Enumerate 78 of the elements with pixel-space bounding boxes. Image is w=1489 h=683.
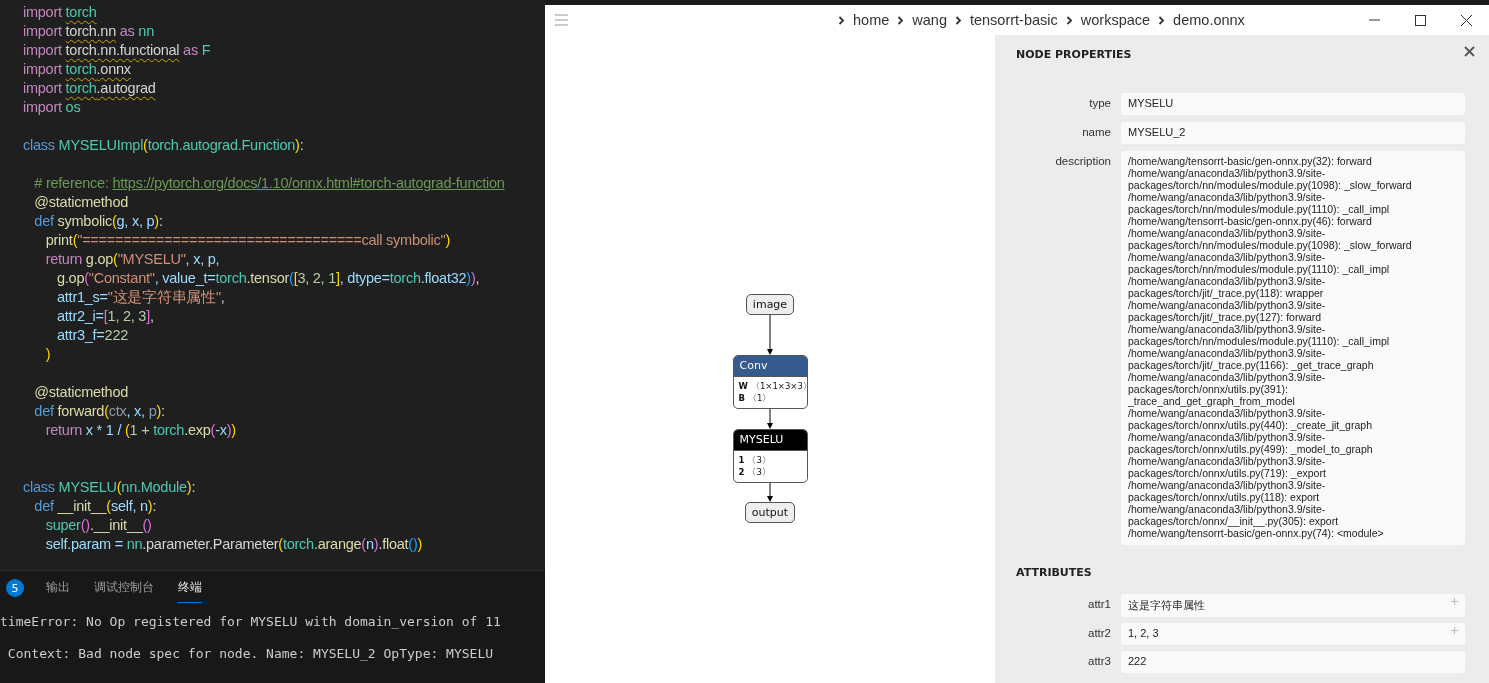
attribute-text: 222 — [1128, 655, 1147, 667]
code-line: def __init__(self, n): — [33, 497, 158, 516]
minimize-icon[interactable] — [1368, 19, 1380, 21]
tensor-size-label: 〈1×1×3×3〉 — [750, 381, 807, 391]
graph-node[interactable]: output — [744, 502, 796, 523]
field-value: MYSELU_2 — [1121, 122, 1465, 144]
attribute-name: attr1 — [1087, 597, 1111, 612]
code-line: attr2_i=[1, 2, 3], — [56, 307, 155, 326]
node-title: MYSELU — [733, 430, 807, 450]
expand-icon[interactable] — [1451, 627, 1458, 634]
graph-node[interactable]: Conv W 〈1×1×3×3〉 B 〈1〉 — [732, 355, 808, 409]
code-line: class MYSELUImpl(torch.autograd.Function): — [23, 136, 305, 155]
code-line: import torch.autograd — [23, 79, 157, 98]
close-icon[interactable] — [1460, 14, 1472, 26]
edge-arrow — [766, 315, 774, 355]
terminal-line: Context: Bad node spec for node. Name: MYSELU_2 OpType: MYSELU — [6, 645, 495, 663]
code-line: # reference: https://pytorch.org/docs/1.10/onnx.html#torch-autograd-function — [33, 174, 506, 193]
code-line: import torch.onnx — [23, 60, 132, 79]
input-name: W — [738, 381, 748, 391]
panel-tab[interactable]: 终端 — [178, 573, 202, 603]
attribute-name: attr2 — [1087, 626, 1111, 641]
field-value: MYSELU — [1121, 93, 1465, 115]
edge-arrow — [766, 483, 774, 502]
graph-node[interactable]: MYSELU 1 〈3〉 2 〈3〉 — [732, 429, 808, 483]
panel-title: NODE PROPERTIES — [1016, 47, 1133, 63]
code-line: import torch.nn as nn — [23, 22, 155, 41]
breadcrumb-item[interactable]: demo.onnx — [1173, 12, 1245, 28]
input-name: B — [738, 393, 745, 403]
code-line: attr1_s="这是字符串属性", — [56, 288, 226, 307]
panel-tab[interactable]: 调试控制台 — [94, 573, 154, 603]
code-line: return g.op("MYSELU", x, p, — [44, 250, 221, 269]
tensor-size-label: 〈3〉 — [747, 467, 771, 477]
breadcrumb-item[interactable]: workspace — [1080, 12, 1151, 28]
input-name: 1 — [738, 455, 745, 465]
attribute-name: attr3 — [1087, 654, 1111, 669]
code-line: self.param = nn.parameter.Parameter(torch.arange(n).float()) — [44, 535, 424, 554]
node-title: Conv — [733, 356, 807, 376]
attribute-text: 1, 2, 3 — [1128, 627, 1159, 639]
expand-icon[interactable] — [1451, 598, 1458, 605]
section-title: ATTRIBUTES — [1016, 565, 1093, 581]
breadcrumb-item[interactable]: wang — [912, 12, 947, 28]
code-line: @staticmethod — [33, 193, 129, 212]
description-value: /home/wang/tensorrt-basic/gen-onnx.py(32): forward /home/wang/anaconda3/lib/python3.9/site- packages/torch/nn/modules/module.py(1098): _slow_forward /home/wang/anaconda3/lib/python3.9/site- packages/torch/nn/modules/module.py(1110): _call_impl /home/wang/tensorrt-basic/gen-onnx.py(46): forward /home/wang/anaconda3/lib/python3.9/site- packages/torch/nn/modules/module.py(1098): _slow_forward /home/wang/anaconda3/lib/python3.9/site- packages/torch/nn/modules/module.py(1110): _call_impl /home/wang/anaconda3/lib/python3.9/site- packages/torch/jit/_trace.py(118): wrapper /home/wang/anaconda3/lib/python3.9/site- packages/torch/jit/_trace.py(127): forward /home/wang/anaconda3/lib/python3.9/site- packages/torch/nn/modules/module.py(1110): _call_impl /home/wang/anaconda3/lib/python3.9/site- packages/torch/jit/_trace.py(1166): _get_trace_graph /home/wang/anaconda3/lib/python3.9/site- packages/torch/onnx/utils.py(391): _trace_and_get_graph_from_model /home/wang/anaconda3/lib/python3.9/site- packages/torch/onnx/utils.py(440): _create_jit_graph /home/wang/anaconda3/lib/python3.9/site- packages/torch/onnx/utils.py(499): _model_to_graph /home/wang/anaconda3/lib/python3.9/site- packages/torch/onnx/utils.py(719): _export /home/wang/anaconda3/lib/python3.9/site- packages/torch/onnx/utils.py(118): export /home/wang/anaconda3/lib/python3.9/site- packages/torch/onnx/__init__.py(305): export /home/wang/tensorrt-basic/gen-onnx.py(74): <module> — [1121, 151, 1465, 545]
attribute-text: 这是字符串属性 — [1128, 599, 1205, 611]
code-line: def forward(ctx, x, p): — [33, 402, 166, 421]
tensor-size-label: 〈1〉 — [748, 393, 772, 403]
breadcrumb-item[interactable]: tensorrt-basic — [969, 12, 1058, 28]
chevron-icon — [838, 15, 845, 25]
graph-node[interactable]: image — [745, 294, 795, 315]
chevron-icon — [897, 15, 905, 25]
field-label: name — [1081, 125, 1111, 140]
tensor-size-label: 〈3〉 — [747, 455, 771, 465]
count-badge: 5 — [6, 579, 24, 597]
chevron-icon — [954, 15, 962, 25]
code-line: super().__init__() — [44, 516, 153, 535]
code-line: @staticmethod — [33, 383, 129, 402]
input-name: 2 — [738, 467, 745, 477]
code-line: return x * 1 / (1 + torch.exp(-x)) — [44, 421, 237, 440]
code-line: def symbolic(g, x, p): — [33, 212, 164, 231]
maximize-icon[interactable] — [1414, 14, 1426, 26]
chevron-icon — [1158, 15, 1166, 25]
panel-tab[interactable]: 输出 — [46, 573, 70, 603]
breadcrumb-item[interactable]: home — [853, 12, 890, 28]
code-line: import torch — [23, 3, 98, 22]
edge-arrow — [766, 409, 774, 429]
field-label: description — [1054, 154, 1111, 169]
code-line: print("==================================call symbolic") — [44, 231, 451, 250]
menu-icon[interactable] — [555, 14, 568, 26]
code-line: class MYSELU(nn.Module): — [23, 478, 197, 497]
code-line: attr3_f=222 — [56, 326, 130, 345]
code-line: import os — [23, 98, 82, 117]
code-line: import torch.nn.functional as F — [23, 41, 212, 60]
chevron-icon — [1065, 15, 1073, 25]
close-icon[interactable] — [1464, 46, 1475, 57]
terminal-line: timeError: No Op registered for MYSELU with domain_version of 11 — [0, 613, 502, 631]
code-line: ) — [44, 345, 52, 364]
field-label: type — [1088, 96, 1111, 111]
code-line: g.op("Constant", value_t=torch.tensor([3, 2, 1], dtype=torch.float32)), — [56, 269, 481, 288]
